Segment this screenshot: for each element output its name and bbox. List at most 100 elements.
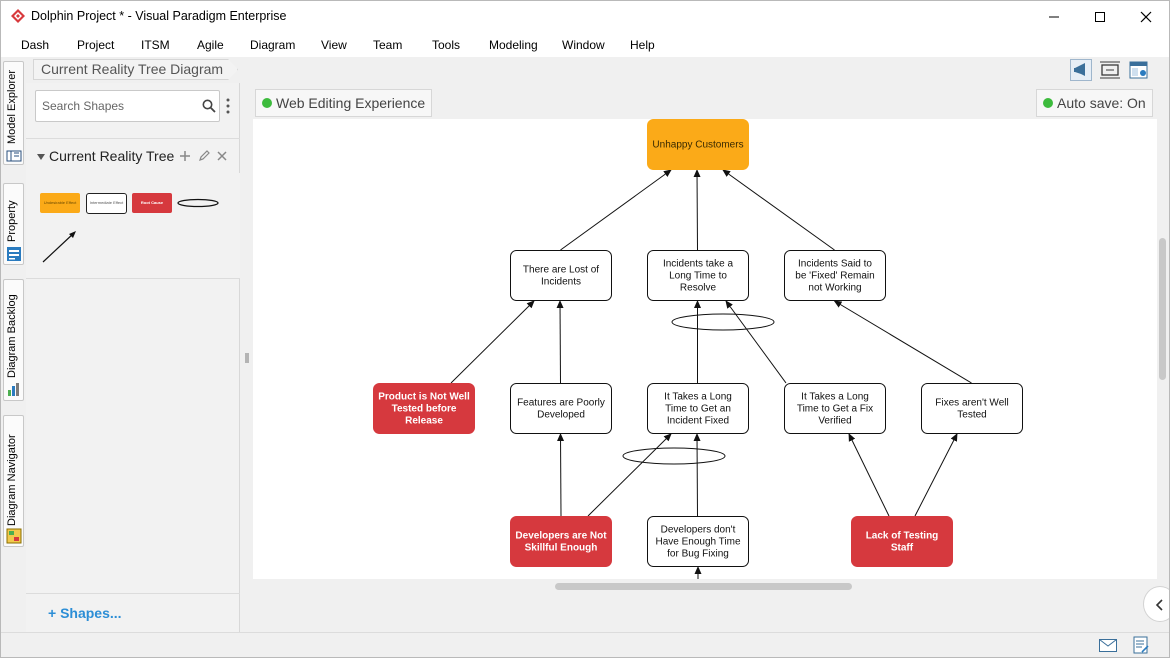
node-long[interactable]: Incidents take a Long Time to Resolve	[647, 250, 749, 301]
tab-property[interactable]: Property	[3, 183, 24, 265]
node-lost[interactable]: There are Lost of Incidents	[510, 250, 612, 301]
cause-arrow-fixesnot-to-fixednot[interactable]	[833, 300, 972, 384]
palette-undesirable-effect[interactable]: Undesirable Effect	[40, 193, 80, 213]
mail-icon[interactable]	[1099, 639, 1117, 652]
palette-undesirable-effect-label: Undesirable Effect	[43, 200, 77, 205]
menu-dash[interactable]: Dash	[21, 38, 49, 52]
node-unhappy[interactable]: Unhappy Customers	[647, 119, 749, 170]
panel-divider	[26, 138, 240, 139]
maximize-icon	[1095, 12, 1105, 22]
cause-arrow-devskill-to-takeslong[interactable]	[587, 433, 672, 517]
node-lackstaff[interactable]: Lack of Testing Staff	[851, 516, 953, 567]
palette-root-cause-label: Root Cause	[140, 200, 164, 205]
node-box	[510, 516, 612, 567]
visual-paradigm-logo-icon	[11, 9, 25, 23]
palette-root-cause[interactable]: Root Cause	[132, 193, 172, 213]
node-takeslong[interactable]: It Takes a Long Time to Get an Incident Fi…	[647, 383, 749, 434]
panel-divider	[26, 593, 240, 594]
cause-arrow-features-to-lost[interactable]	[556, 300, 564, 384]
online-status-dot	[262, 98, 272, 108]
node-box	[510, 383, 612, 434]
breadcrumb[interactable]: Current Reality Tree Diagram	[33, 59, 238, 80]
menu-itsm[interactable]: ITSM	[141, 38, 170, 52]
plus-icon: +	[48, 605, 57, 621]
node-devskill[interactable]: Developers are Not Skillful Enough	[510, 516, 612, 567]
node-label: Developers don't Have Enough Time for Bug …	[655, 525, 740, 560]
palette-intermediate-effect[interactable]: Intermediate Effect	[86, 193, 127, 214]
tab-model-explorer-label: Model Explorer	[6, 70, 18, 144]
collapse-panel-button[interactable]	[1143, 586, 1169, 622]
palette-ellipse[interactable]	[176, 197, 220, 209]
diagram-canvas[interactable]: Unhappy Customers There are Lost of Incide…	[253, 119, 1157, 579]
minimize-icon	[1049, 16, 1059, 18]
tab-diagram-navigator-label: Diagram Navigator	[6, 434, 18, 526]
cause-arrow-fixverified-to-long[interactable]	[725, 300, 787, 384]
announcement-icon[interactable]	[1070, 59, 1092, 81]
node-features[interactable]: Features are Poorly Developed	[510, 383, 612, 434]
menu-diagram[interactable]: Diagram	[250, 38, 295, 52]
search-box[interactable]	[35, 90, 220, 122]
layout-settings-icon[interactable]	[1128, 59, 1150, 81]
and-connector-ellipse[interactable]	[671, 313, 775, 331]
search-shapes-input[interactable]	[42, 97, 192, 115]
tab-diagram-backlog[interactable]: Diagram Backlog	[3, 279, 24, 401]
minimize-button[interactable]	[1031, 1, 1077, 33]
shape-palette: Undesirable Effect Intermediate Effect R…	[26, 173, 240, 279]
node-product[interactable]: Product is Not Well Tested before Release	[373, 383, 475, 434]
menu-project[interactable]: Project	[77, 38, 114, 52]
menu-modeling[interactable]: Modeling	[489, 38, 538, 52]
node-devtime[interactable]: Developers don't Have Enough Time for Bug …	[647, 516, 749, 567]
vertical-scrollbar[interactable]	[1159, 238, 1166, 380]
cause-arrow-long-to-unhappy[interactable]	[693, 169, 701, 251]
node-fixednot[interactable]: Incidents Said to be 'Fixed' Remain not Wo…	[784, 250, 886, 301]
more-shapes-link[interactable]: + Shapes...	[48, 605, 122, 621]
fit-to-window-icon[interactable]	[1099, 59, 1121, 81]
menu-bar: Dash Project ITSM Agile Diagram View Tea…	[1, 33, 1169, 57]
node-fixverified[interactable]: It Takes a Long Time to Get a Fix Verified	[784, 383, 886, 434]
panel-splitter[interactable]	[241, 83, 253, 632]
app-window: Dolphin Project * - Visual Paradigm Ente…	[0, 0, 1170, 658]
maximize-button[interactable]	[1077, 1, 1123, 33]
tab-diagram-navigator[interactable]: Diagram Navigator	[3, 415, 24, 547]
node-fixesnot[interactable]: Fixes aren't Well Tested	[921, 383, 1023, 434]
menu-team[interactable]: Team	[373, 38, 402, 52]
horizontal-scrollbar[interactable]	[555, 583, 852, 590]
edit-icon[interactable]	[198, 150, 210, 162]
palette-arrow[interactable]	[40, 229, 80, 265]
menu-window[interactable]: Window	[562, 38, 605, 52]
close-window-button[interactable]	[1123, 1, 1169, 33]
menu-tools[interactable]: Tools	[432, 38, 460, 52]
node-label: Unhappy Customers	[652, 140, 743, 151]
autosave-badge[interactable]: Auto save: On	[1036, 89, 1153, 117]
menu-help[interactable]: Help	[630, 38, 655, 52]
cause-arrow-fixednot-to-unhappy[interactable]	[722, 169, 835, 251]
add-icon[interactable]	[179, 150, 191, 162]
tab-model-explorer[interactable]: Model Explorer	[3, 61, 24, 165]
shape-group-header[interactable]: Current Reality Tree	[26, 141, 240, 171]
diagram-name-badge[interactable]: Web Editing Experience	[255, 89, 433, 117]
notes-icon[interactable]	[1133, 636, 1149, 654]
status-bar	[1, 632, 1169, 657]
close-icon	[1140, 11, 1152, 23]
menu-view[interactable]: View	[321, 38, 347, 52]
search-icon[interactable]	[202, 99, 216, 113]
node-label: It Takes a Long Time to Get an Incident Fi…	[664, 392, 732, 427]
splitter-grip-icon	[245, 353, 249, 363]
chevron-left-icon	[1155, 599, 1163, 611]
chevron-down-icon[interactable]	[36, 153, 46, 161]
menu-agile[interactable]: Agile	[197, 38, 224, 52]
cause-arrow-devtime-to-takeslong[interactable]	[693, 433, 701, 517]
more-options-icon[interactable]	[226, 98, 230, 114]
more-shapes-label: Shapes...	[60, 605, 122, 621]
cause-arrow-product-to-lost[interactable]	[450, 300, 535, 384]
title-bar: Dolphin Project * - Visual Paradigm Ente…	[1, 1, 1169, 33]
and-connector-ellipse[interactable]	[622, 447, 726, 465]
cause-arrow-lackstaff-to-fixesnot[interactable]	[914, 433, 958, 517]
autosave-status-dot	[1043, 98, 1053, 108]
node-label: Developers are Not Skillful Enough	[515, 531, 607, 554]
cause-arrow-lost-to-unhappy[interactable]	[560, 169, 672, 251]
close-icon[interactable]	[217, 151, 227, 161]
cause-arrow-lackstaff-to-fixverified[interactable]	[848, 433, 890, 517]
model-explorer-icon	[6, 150, 22, 162]
cause-arrow-devskill-to-features[interactable]	[557, 433, 565, 517]
